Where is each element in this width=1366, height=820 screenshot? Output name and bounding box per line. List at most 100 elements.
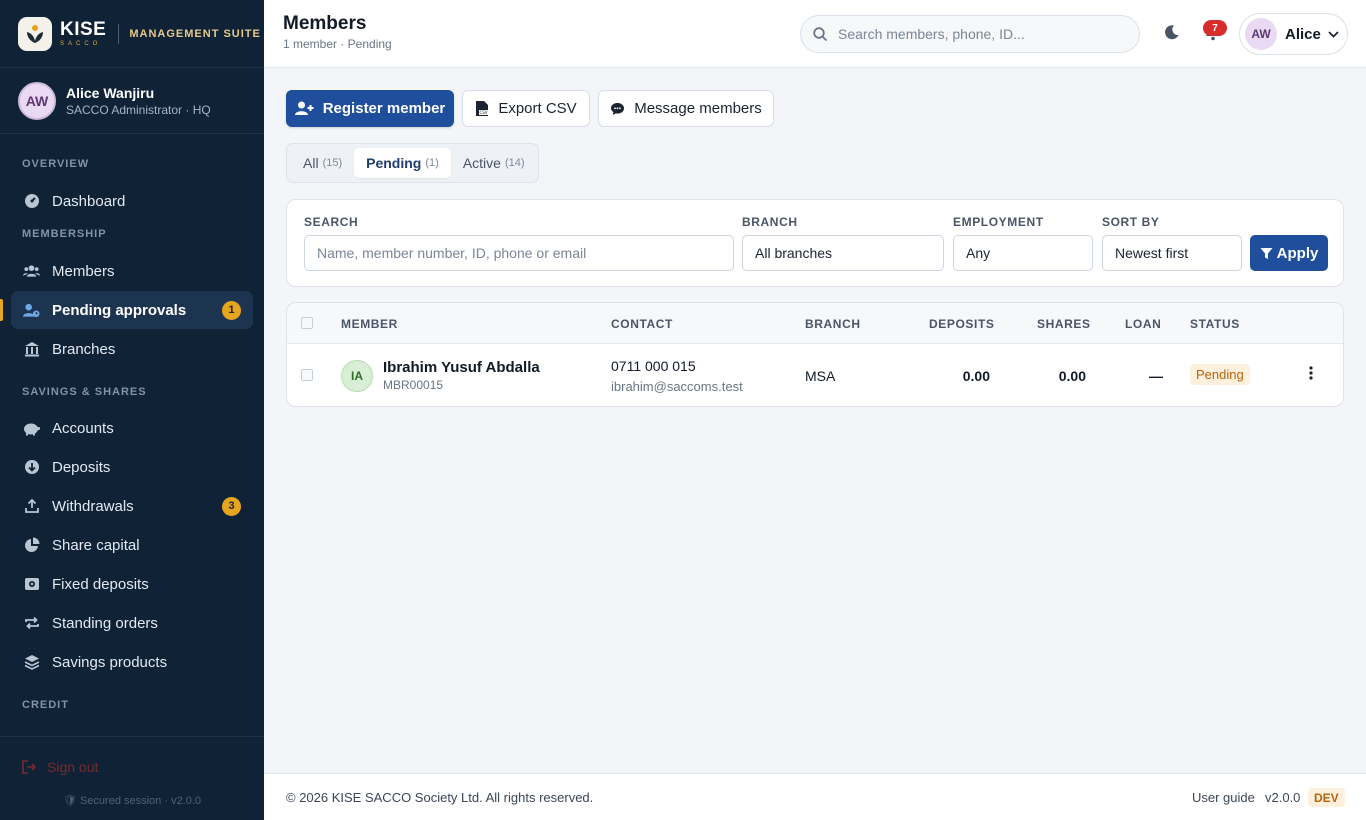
page-title: Members [283, 13, 367, 34]
search-icon [813, 26, 828, 41]
member-shares: 0.00 [1058, 368, 1086, 384]
branch-select[interactable]: All branches [742, 235, 944, 271]
sidebar-item-withdrawals[interactable]: Withdrawals 3 [11, 487, 253, 525]
tab-label: Pending [366, 155, 422, 171]
sidebar-item-share-capital[interactable]: Share capital [11, 526, 253, 564]
tab-pending[interactable]: Pending (1) [354, 148, 451, 178]
tab-label: All [303, 155, 319, 171]
user-card: AW Alice Wanjiru SACCO Administrator · H… [0, 68, 264, 134]
global-search-input[interactable] [838, 26, 1128, 42]
member-deposits: 0.00 [962, 368, 990, 384]
sidebar-item-standing-orders[interactable]: Standing orders [11, 604, 253, 642]
sidebar-item-accounts[interactable]: Accounts [11, 409, 253, 447]
sidebar-item-branches[interactable]: Branches [11, 330, 253, 368]
sort-select[interactable]: Newest first [1102, 235, 1242, 271]
filter-icon [1260, 247, 1273, 259]
sidebar-item-label: Withdrawals [52, 497, 134, 515]
tab-count: (1) [425, 157, 439, 169]
sidebar-item-label: Pending approvals [52, 301, 187, 319]
sort-by-label: SORT BY [1102, 215, 1160, 229]
sidebar-item-pending-approvals[interactable]: Pending approvals 1 [0, 291, 253, 329]
user-name: Alice Wanjiru [66, 84, 155, 101]
user-menu[interactable]: AW Alice [1239, 13, 1348, 55]
app-version: v2.0.0 [1265, 790, 1301, 805]
tab-all[interactable]: All (15) [291, 148, 354, 178]
repeat-icon [23, 615, 40, 632]
col-shares: SHARES [1037, 317, 1091, 331]
select-all-checkbox[interactable] [301, 317, 313, 329]
col-loan: LOAN [1125, 317, 1162, 331]
tab-label: Active [462, 155, 501, 171]
sidebar-item-label: Branches [52, 340, 116, 358]
brand-name: KISE [60, 19, 107, 40]
sms-bubble-icon [611, 102, 625, 115]
export-csv-button[interactable]: CSV Export CSV [462, 90, 590, 127]
message-members-button[interactable]: Message members [598, 90, 774, 127]
apply-label: Apply [1276, 244, 1319, 262]
member-avatar: IA [341, 360, 373, 392]
search-filter-field[interactable] [304, 235, 734, 271]
user-menu-name: Alice [1285, 25, 1321, 43]
register-member-label: Register member [322, 100, 446, 117]
nav-section-credit: CREDIT [22, 699, 69, 711]
env-badge: DEV [1308, 788, 1345, 807]
col-branch: BRANCH [805, 317, 861, 331]
col-contact: CONTACT [611, 317, 673, 331]
col-deposits: DEPOSITS [929, 317, 995, 331]
sidebar-item-dashboard[interactable]: Dashboard [11, 182, 253, 220]
piggy-bank-icon [23, 420, 40, 437]
member-phone: 0711 000 015 [611, 358, 696, 374]
sidebar-item-savings-products[interactable]: Savings products [11, 643, 253, 681]
user-plus-icon [294, 101, 314, 115]
search-filter-input[interactable] [317, 245, 733, 261]
sign-out-link[interactable]: Sign out [22, 759, 98, 775]
register-member-button[interactable]: Register member [286, 90, 454, 127]
sort-select-value: Newest first [1115, 245, 1189, 261]
user-guide-link[interactable]: User guide [1192, 790, 1255, 805]
user-clock-icon [23, 302, 40, 319]
sidebar-item-label: Accounts [52, 419, 114, 437]
global-search[interactable] [800, 15, 1140, 53]
tab-count: (15) [322, 157, 343, 169]
row-actions-kebab-icon[interactable] [1309, 366, 1313, 385]
message-members-label: Message members [634, 100, 762, 117]
row-checkbox[interactable] [301, 369, 313, 381]
employment-select-value: Any [966, 245, 991, 261]
withdrawals-count-badge: 3 [222, 496, 241, 516]
upload-icon [23, 498, 40, 515]
filter-panel: SEARCH BRANCH All branches EMPLOYMENT An… [286, 199, 1344, 287]
employment-select[interactable]: Any [953, 235, 1093, 271]
table-row[interactable]: IA Ibrahim Yusuf Abdalla MBR00015 0711 0… [287, 344, 1343, 406]
member-number: MBR00015 [383, 378, 444, 392]
sidebar-footer: Sign out 🛡 Secured session · v2.0.0 [0, 736, 264, 820]
nav-section-savings: SAVINGS & SHARES [22, 386, 147, 398]
sidebar-item-deposits[interactable]: Deposits [11, 448, 253, 486]
sidebar-nav: OVERVIEW Dashboard MEMBERSHIP Members Pe… [0, 134, 264, 715]
tab-count: (14) [504, 157, 525, 169]
pending-count-badge: 1 [222, 300, 241, 320]
sidebar-item-label: Members [52, 262, 115, 280]
member-name[interactable]: Ibrahim Yusuf Abdalla [383, 359, 540, 376]
notifications-badge: 7 [1203, 20, 1227, 36]
user-role: SACCO Administrator · HQ [66, 102, 211, 117]
members-table: MEMBER CONTACT BRANCH DEPOSITS SHARES LO… [286, 302, 1344, 407]
sidebar-item-fixed-deposits[interactable]: Fixed deposits [11, 565, 253, 603]
brand[interactable]: KISE SACCO MANAGEMENT SUITE [0, 0, 264, 68]
svg-text:CSV: CSV [480, 110, 488, 115]
branch-filter-label: BRANCH [742, 215, 798, 229]
secure-session-note: 🛡 Secured session · v2.0.0 [0, 794, 264, 807]
shield-icon: 🛡 [62, 795, 80, 807]
status-tabs: All (15) Pending (1) Active (14) [286, 143, 539, 183]
sidebar-item-label: Standing orders [52, 614, 158, 632]
apply-filters-button[interactable]: Apply [1250, 235, 1328, 271]
sidebar-item-label: Share capital [52, 536, 140, 554]
file-csv-icon: CSV [476, 101, 489, 116]
sidebar-item-members[interactable]: Members [11, 252, 253, 290]
moon-icon[interactable] [1163, 24, 1180, 46]
building-columns-icon [23, 341, 40, 358]
topbar: Members 1 member · Pending 7 AW Alice [264, 0, 1366, 68]
member-email: ibrahim@saccoms.test [611, 379, 743, 394]
export-csv-label: Export CSV [498, 100, 577, 117]
nav-section-overview: OVERVIEW [22, 158, 90, 170]
tab-active[interactable]: Active (14) [451, 148, 537, 178]
